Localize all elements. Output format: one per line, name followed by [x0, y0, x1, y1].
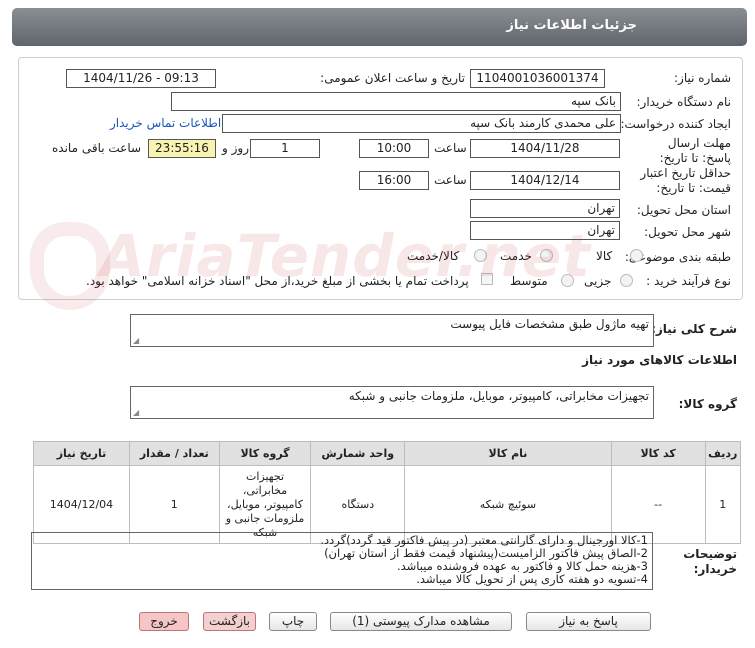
need-number-field: 1104001036001374 [470, 69, 605, 88]
need-number-label: شماره نیاز: [674, 71, 731, 85]
page-title: جزئیات اطلاعات نیاز [506, 18, 637, 33]
goods-group-textarea[interactable]: تجهیزات مخابراتی، کامپیوتر، موبایل، ملزو… [130, 386, 654, 419]
remaining-time-field: 23:55:16 [148, 139, 216, 158]
province-label: استان محل تحویل: [636, 203, 731, 217]
buyer-note-line: 4-تسویه دو هفته کاری پس از تحویل کالا می… [416, 572, 648, 586]
back-button[interactable]: بازگشت [203, 612, 256, 631]
payment-note: پرداخت تمام یا بخشی از مبلغ خرید،از محل … [86, 274, 469, 288]
reply-time-label: ساعت [434, 141, 467, 155]
description-textarea[interactable]: تهیه ماژول طبق مشخصات فایل پیوست ◢ [130, 314, 654, 347]
col-header-name: نام کالا [404, 441, 612, 466]
buyer-org-label: نام دستگاه خریدار: [636, 95, 732, 109]
creator-field: علی محمدی کارمند بانک سپه [222, 114, 621, 133]
creator-label: ایجاد کننده درخواست: [620, 117, 731, 131]
process-option-minor-label: جزیی [584, 274, 612, 288]
price-validity-label: حداقل تاریخ اعتبار قیمت: تا تاریخ: [640, 166, 731, 195]
resize-grip-icon: ◢ [133, 336, 140, 345]
price-time-field: 16:00 [359, 171, 429, 190]
city-label: شهر محل تحویل: [644, 225, 731, 239]
reply-time-field: 10:00 [359, 139, 429, 158]
category-option-service-label: خدمت [500, 249, 532, 263]
col-header-date: تاریخ نیاز [33, 441, 130, 466]
description-label: شرح کلی نیاز: [651, 322, 737, 336]
announce-label: تاریخ و ساعت اعلان عمومی: [320, 71, 465, 85]
table-header-row: ردیف کد کالا نام کالا واحد شمارش گروه کا… [33, 441, 742, 466]
col-header-code: کد کالا [610, 441, 706, 466]
province-field: تهران [470, 199, 620, 218]
goods-group-text: تجهیزات مخابراتی، کامپیوتر، موبایل، ملزو… [348, 389, 649, 403]
buyer-org-field: بانک سپه [171, 92, 621, 111]
print-button[interactable]: چاپ [269, 612, 317, 631]
contact-buyer-link[interactable]: اطلاعات تماس خریدار [110, 116, 221, 130]
col-header-unit: واحد شمارش [310, 441, 406, 466]
category-option-goods-label: کالا [596, 249, 613, 263]
price-date-field: 1404/12/14 [470, 171, 620, 190]
col-header-quantity: تعداد / مقدار [128, 441, 220, 466]
process-option-medium-label: متوسط [510, 274, 548, 288]
resize-grip-icon: ◢ [133, 408, 140, 417]
treasury-checkbox[interactable] [481, 273, 493, 285]
category-goods-radio[interactable] [630, 249, 643, 262]
goods-info-heading: اطلاعات کالاهای مورد نیاز [582, 353, 737, 367]
col-header-row-number: ردیف [704, 441, 742, 466]
days-field: 1 [250, 139, 320, 158]
goods-group-label: گروه کالا: [678, 397, 737, 411]
process-minor-radio[interactable] [620, 274, 633, 287]
reply-deadline-label: مهلت ارسال پاسخ: تا تاریخ: [659, 136, 731, 165]
buyer-notes-label: توضیحات خریدار: [683, 547, 737, 576]
city-field: تهران [470, 221, 620, 240]
buyer-notes-textarea[interactable]: 1-کالا اورجینال و دارای گارانتی معتبر (د… [31, 532, 653, 590]
process-label: نوع فرآیند خرید : [646, 274, 731, 288]
category-service-radio[interactable] [540, 249, 553, 262]
col-header-group: گروه کالا [218, 441, 312, 466]
category-option-both-label: کالا/خدمت [407, 249, 460, 263]
page-title-bar: جزئیات اطلاعات نیاز [12, 8, 747, 46]
exit-button[interactable]: خروج [139, 612, 189, 631]
price-time-label: ساعت [434, 173, 467, 187]
reply-button[interactable]: پاسخ به نیاز [526, 612, 651, 631]
goods-table: ردیف کد کالا نام کالا واحد شمارش گروه کا… [33, 441, 742, 544]
reply-date-field: 1404/11/28 [470, 139, 620, 158]
category-both-radio[interactable] [474, 249, 487, 262]
process-medium-radio[interactable] [561, 274, 574, 287]
cell-row-number: 1 [704, 465, 742, 544]
description-text: تهیه ماژول طبق مشخصات فایل پیوست [450, 317, 649, 331]
days-label: روز و [222, 141, 249, 155]
remaining-label: ساعت باقی مانده [52, 141, 142, 155]
view-documents-button[interactable]: مشاهده مدارک پیوستی (1) [330, 612, 512, 631]
announce-field: 1404/11/26 - 09:13 [66, 69, 216, 88]
